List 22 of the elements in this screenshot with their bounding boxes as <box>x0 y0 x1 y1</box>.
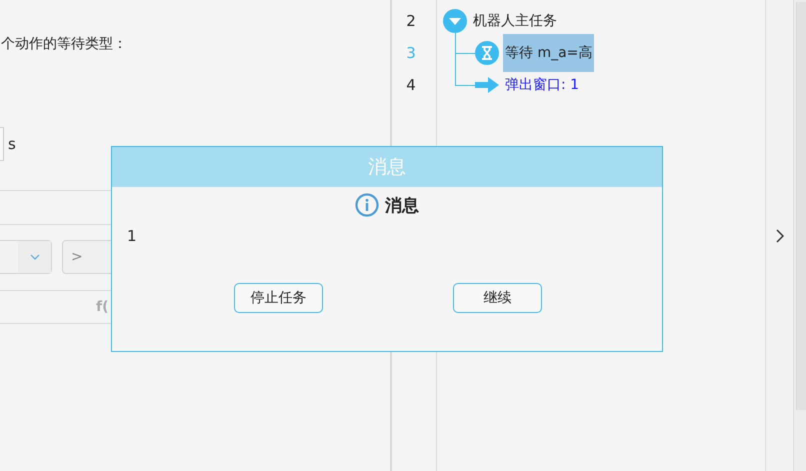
tree-item[interactable]: 弹出窗口: 1 <box>503 72 582 98</box>
line-number: 2 <box>405 11 417 32</box>
chevron-right-icon[interactable] <box>776 228 784 242</box>
line-number: 3 <box>405 43 417 64</box>
info-icon <box>355 193 379 217</box>
formula-label: f( <box>96 299 108 315</box>
dialog-message: 1 <box>127 227 138 247</box>
collapse-icon[interactable] <box>443 9 467 33</box>
chevron-down-icon <box>30 254 40 260</box>
stop-task-button[interactable]: 停止任务 <box>234 283 323 313</box>
duration-field[interactable] <box>0 127 4 161</box>
dialog-heading: 消息 <box>385 194 419 216</box>
tree-item[interactable]: 等待 m_a=高 <box>503 34 594 72</box>
unit-label: s <box>8 135 16 153</box>
continue-button[interactable]: 继续 <box>453 283 542 313</box>
line-number: 4 <box>405 75 417 96</box>
hourglass-icon <box>475 41 499 65</box>
arrow-right-icon <box>475 77 499 93</box>
dropdown[interactable] <box>0 240 52 274</box>
dialog-title: 消息 <box>368 155 406 180</box>
wait-type-prompt: 个动作的等待类型： <box>0 35 128 53</box>
tree-item[interactable]: 机器人主任务 <box>471 8 559 34</box>
